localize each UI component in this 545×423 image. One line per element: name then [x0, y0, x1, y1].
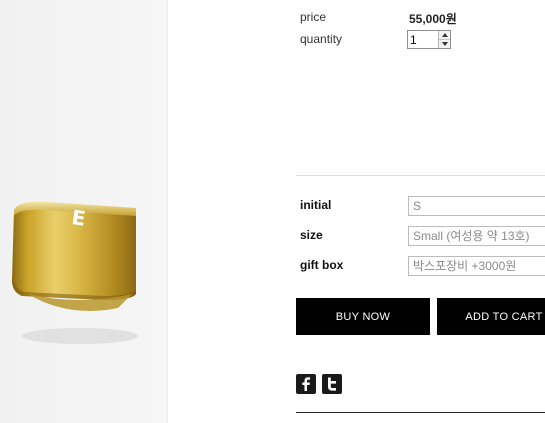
size-label: size	[300, 228, 323, 242]
options-divider	[296, 175, 545, 176]
gift-box-label: gift box	[300, 258, 344, 272]
quantity-input[interactable]	[408, 31, 442, 48]
quantity-decrement-button[interactable]	[439, 40, 450, 48]
twitter-icon[interactable]	[322, 374, 342, 394]
quantity-increment-button[interactable]	[439, 31, 450, 40]
price-label: price	[300, 10, 327, 24]
size-select[interactable]: Small (여성용 약 13호)	[408, 226, 545, 246]
add-to-cart-button[interactable]: ADD TO CART	[437, 298, 545, 335]
gold-ring-image: E	[12, 201, 138, 344]
quantity-stepper[interactable]	[407, 30, 451, 49]
initial-label: initial	[300, 198, 332, 212]
facebook-icon[interactable]	[296, 374, 316, 394]
quantity-spinner[interactable]	[438, 31, 450, 48]
photo-divider	[167, 0, 168, 423]
chevron-up-icon	[441, 33, 448, 37]
price-value: 55,000원	[409, 12, 457, 26]
product-photo: E	[0, 0, 167, 423]
chevron-down-icon	[441, 42, 448, 46]
footer-divider	[296, 412, 545, 413]
initial-field[interactable]: S	[408, 196, 545, 216]
gift-box-select[interactable]: 박스포장비 +3000원	[408, 256, 545, 276]
buy-now-button[interactable]: BUY NOW	[296, 298, 430, 335]
quantity-label: quantity	[300, 32, 343, 46]
